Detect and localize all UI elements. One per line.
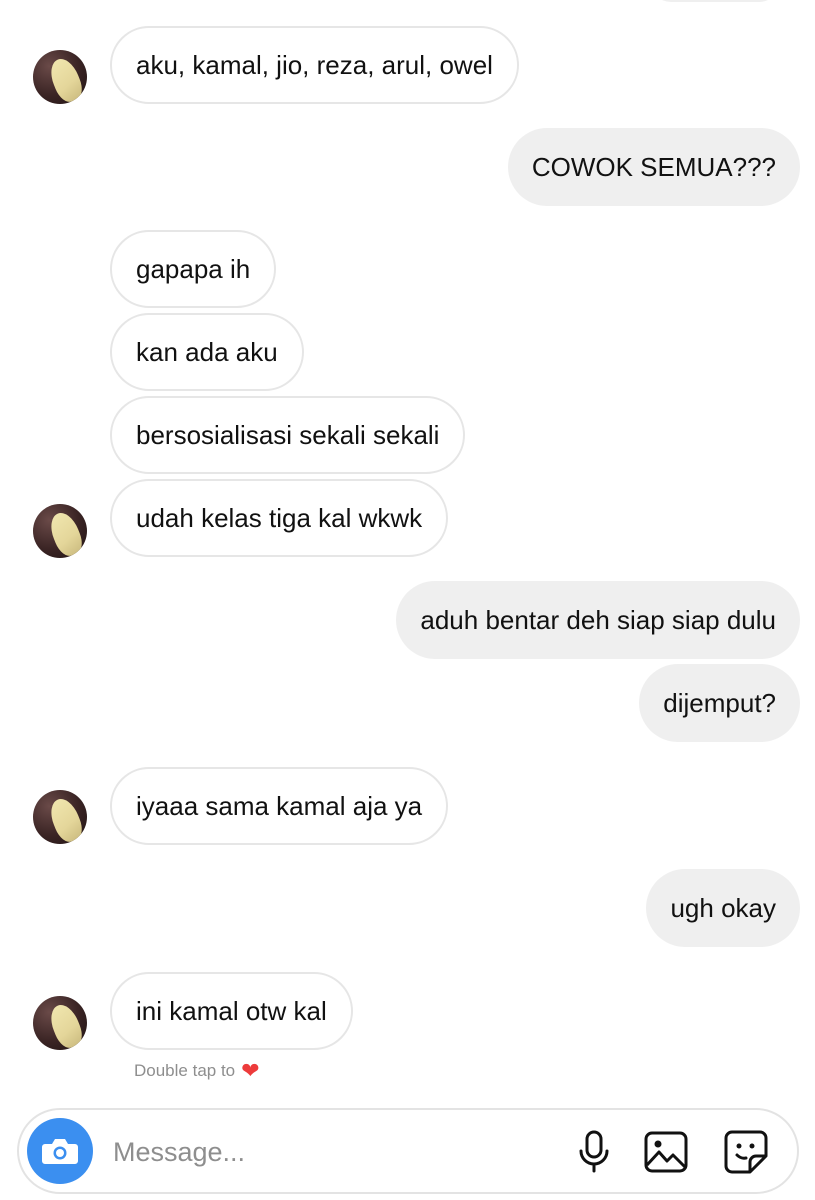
message-bubble-incoming[interactable]: bersosialisasi sekali sekali xyxy=(110,396,466,474)
double-tap-hint: Double tap to ❤ xyxy=(134,1060,260,1082)
message-text: COWOK SEMUA??? xyxy=(531,151,776,182)
message-text: udah kelas tiga kal wkwk xyxy=(136,502,423,533)
message-bubble-incoming[interactable]: udah kelas tiga kal wkwk xyxy=(110,479,449,557)
message-bubble-outgoing[interactable]: aduh bentar deh siap siap dulu xyxy=(396,581,800,659)
sticker-button[interactable] xyxy=(723,1129,769,1175)
message-bubble-incoming[interactable]: iyaaa sama kamal aja ya xyxy=(110,767,449,845)
microphone-icon xyxy=(579,1130,609,1173)
contact-avatar[interactable] xyxy=(33,996,87,1050)
message-text: bersosialisasi sekali sekali xyxy=(136,419,440,450)
message-bubble-outgoing[interactable]: ugh okay xyxy=(646,869,800,947)
contact-avatar[interactable] xyxy=(33,50,87,104)
heart-icon: ❤ xyxy=(241,1058,260,1083)
message-text: dijemput? xyxy=(663,687,776,718)
hint-text: Double tap to xyxy=(134,1061,236,1080)
message-text: iyaaa sama kamal aja ya xyxy=(136,790,423,821)
message-text: ugh okay xyxy=(670,892,776,923)
message-bubble-outgoing[interactable]: dijemput? xyxy=(639,664,800,742)
microphone-button[interactable] xyxy=(571,1129,617,1175)
gallery-button[interactable] xyxy=(643,1129,689,1175)
gallery-icon xyxy=(644,1131,688,1173)
message-bubble-incoming[interactable]: ini kamal otw kal xyxy=(110,972,353,1050)
sticker-icon xyxy=(724,1130,768,1174)
message-composer xyxy=(17,1108,799,1194)
message-text: aduh bentar deh siap siap dulu xyxy=(420,604,776,635)
message-bubble-incoming[interactable]: gapapa ih xyxy=(110,230,277,308)
camera-icon xyxy=(42,1139,78,1164)
contact-avatar[interactable] xyxy=(33,504,87,558)
message-text: gapapa ih xyxy=(136,253,251,284)
message-text: kan ada aku xyxy=(136,336,278,367)
message-input[interactable] xyxy=(111,1126,555,1178)
contact-avatar[interactable] xyxy=(33,790,87,844)
message-text: ini kamal otw kal xyxy=(136,995,327,1026)
camera-button[interactable] xyxy=(27,1118,93,1184)
previous-message-bubble xyxy=(650,0,780,2)
message-text: aku, kamal, jio, reza, arul, owel xyxy=(136,49,493,80)
message-bubble-outgoing[interactable]: COWOK SEMUA??? xyxy=(507,128,800,206)
message-bubble-incoming[interactable]: kan ada aku xyxy=(110,313,304,391)
message-bubble-incoming[interactable]: aku, kamal, jio, reza, arul, owel xyxy=(110,26,519,104)
